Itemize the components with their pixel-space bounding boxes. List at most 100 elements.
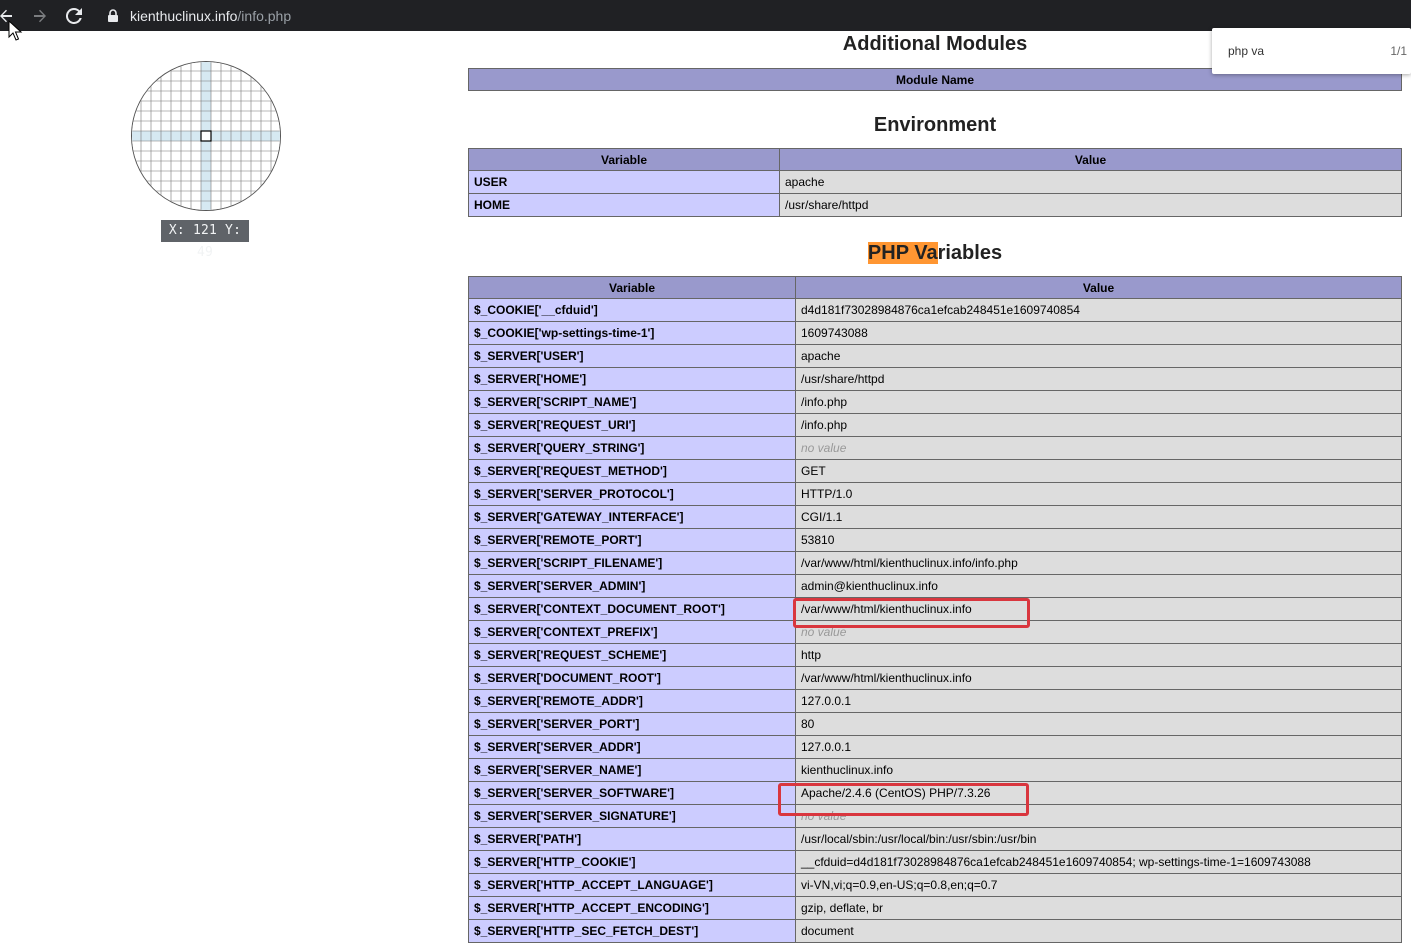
php-var-row: $_SERVER['HTTP_COOKIE'] __cfduid=d4d181f7…	[468, 850, 1402, 874]
browser-toolbar: kienthuclinux.info/info.php	[0, 0, 1411, 31]
php-var-row: $_SERVER['REQUEST_SCHEME'] http	[468, 643, 1402, 667]
php-var-row: $_SERVER['HTTP_ACCEPT_ENCODING'] gzip, de…	[468, 896, 1402, 920]
variable-name: HOME	[468, 193, 780, 217]
variable-name: $_SERVER['CONTEXT_PREFIX']	[468, 620, 796, 644]
variable-name: $_SERVER['SERVER_ADDR']	[468, 735, 796, 759]
arrow-right-icon	[34, 9, 46, 22]
reload-button[interactable]	[60, 2, 88, 30]
variable-name: $_SERVER['SERVER_SIGNATURE']	[468, 804, 796, 828]
variable-name: $_COOKIE['wp-settings-time-1']	[468, 321, 796, 345]
variable-name: $_SERVER['QUERY_STRING']	[468, 436, 796, 460]
variable-value: HTTP/1.0	[795, 482, 1402, 506]
cursor-coordinates: X: 121 Y: 49	[161, 220, 249, 260]
php-var-row: $_SERVER['DOCUMENT_ROOT']/var/www/html/k…	[468, 666, 1402, 690]
php-var-row: $_SERVER['SERVER_NAME'] kienthuclinux.inf…	[468, 758, 1402, 782]
php-var-row: $_SERVER['SERVER_PROTOCOL'] HTTP/1.0	[468, 482, 1402, 506]
variable-name: $_SERVER['REMOTE_PORT']	[468, 528, 796, 552]
find-bar[interactable]: php va 1/1	[1212, 28, 1411, 74]
variable-value: 127.0.0.1	[795, 735, 1402, 759]
php-var-row: $_SERVER['CONTEXT_DOCUMENT_ROOT']/var/ww…	[468, 597, 1402, 621]
variable-name: $_SERVER['CONTEXT_DOCUMENT_ROOT']	[468, 597, 796, 621]
php-variables-table: Variable Value $_COOKIE['__cfduid'] d4d18…	[468, 276, 1402, 943]
variable-name: $_SERVER['SERVER_SOFTWARE']	[468, 781, 796, 805]
php-var-row: $_SERVER['HTTP_SEC_FETCH_DEST'] document	[468, 919, 1402, 943]
php-var-row: $_SERVER['SERVER_ADDR'] 127.0.0.1	[468, 735, 1402, 759]
variable-value: no value	[795, 804, 1402, 828]
php-var-row: $_COOKIE['__cfduid'] d4d181f73028984876ca…	[468, 298, 1402, 322]
variable-name: $_SERVER['SERVER_PROTOCOL']	[468, 482, 796, 506]
variable-value: no value	[795, 436, 1402, 460]
variable-value: 53810	[795, 528, 1402, 552]
php-var-row: $_SERVER['CONTEXT_PREFIX'] no value	[468, 620, 1402, 644]
find-input[interactable]: php va	[1228, 44, 1390, 58]
variable-value: admin@kienthuclinux.info	[795, 574, 1402, 598]
php-var-row: $_SERVER['SCRIPT_NAME']/info.php	[468, 390, 1402, 414]
variable-name: $_SERVER['USER']	[468, 344, 796, 368]
magnifier-grid	[132, 62, 280, 210]
section-title-php-variables: PHP Variables	[468, 233, 1402, 269]
mouse-cursor-icon	[8, 20, 23, 41]
php-var-row: $_SERVER['REQUEST_URI']/info.php	[468, 413, 1402, 437]
variable-value: /info.php	[795, 390, 1402, 414]
php-var-row: $_SERVER['QUERY_STRING'] no value	[468, 436, 1402, 460]
zoom-magnifier	[131, 61, 281, 211]
php-var-row: $_SERVER['REMOTE_PORT'] 53810	[468, 528, 1402, 552]
variable-value: gzip, deflate, br	[795, 896, 1402, 920]
environment-table: Variable Value USER apache HOME/usr/share/…	[468, 148, 1402, 217]
variable-name: $_SERVER['HTTP_COOKIE']	[468, 850, 796, 874]
no-value-text: no value	[801, 625, 847, 639]
variable-name: $_SERVER['SERVER_NAME']	[468, 758, 796, 782]
env-value-header: Value	[779, 148, 1402, 171]
variable-value: GET	[795, 459, 1402, 483]
section-title-rest: riables	[937, 242, 1003, 264]
php-var-row: $_SERVER['SERVER_SOFTWARE'] Apache/2.4.6 …	[468, 781, 1402, 805]
env-row: HOME/usr/share/httpd	[468, 193, 1402, 217]
lock-icon	[108, 8, 118, 22]
url-domain: kienthuclinux.info	[130, 7, 238, 24]
php-var-row: $_SERVER['SERVER_ADMIN'] admin@kienthucli…	[468, 574, 1402, 598]
variable-value: /var/www/html/kienthuclinux.info/info.ph…	[795, 551, 1402, 575]
variable-name: $_SERVER['SCRIPT_NAME']	[468, 390, 796, 414]
variable-name: $_SERVER['HTTP_SEC_FETCH_DEST']	[468, 919, 796, 943]
variable-value: CGI/1.1	[795, 505, 1402, 529]
variable-name: $_SERVER['DOCUMENT_ROOT']	[468, 666, 796, 690]
env-row: USER apache	[468, 170, 1402, 194]
no-value-text: no value	[801, 441, 847, 455]
variable-name: $_SERVER['REQUEST_URI']	[468, 413, 796, 437]
variable-value: no value	[795, 620, 1402, 644]
variable-name: $_COOKIE['__cfduid']	[468, 298, 796, 322]
variable-value: 1609743088	[795, 321, 1402, 345]
vars-value-header: Value	[795, 276, 1402, 299]
variable-name: $_SERVER['SERVER_PORT']	[468, 712, 796, 736]
variable-value: apache	[795, 344, 1402, 368]
variable-value: apache	[779, 170, 1402, 194]
variable-name: $_SERVER['HTTP_ACCEPT_LANGUAGE']	[468, 873, 796, 897]
variable-name: $_SERVER['PATH']	[468, 827, 796, 851]
variable-value: /usr/share/httpd	[779, 193, 1402, 217]
variable-name: $_SERVER['HOME']	[468, 367, 796, 391]
find-match-highlight: PHP Va	[867, 242, 938, 264]
php-var-row: $_SERVER['GATEWAY_INTERFACE'] CGI/1.1	[468, 505, 1402, 529]
php-var-row: $_SERVER['PATH']/usr/local/sbin:/usr/loc…	[468, 827, 1402, 851]
variable-name: $_SERVER['HTTP_ACCEPT_ENCODING']	[468, 896, 796, 920]
variable-value: 80	[795, 712, 1402, 736]
variable-value: vi-VN,vi;q=0.9,en-US;q=0.8,en;q=0.7	[795, 873, 1402, 897]
vars-variable-header: Variable	[468, 276, 796, 299]
variable-value: /info.php	[795, 413, 1402, 437]
forward-button[interactable]	[26, 2, 54, 30]
variable-value: http	[795, 643, 1402, 667]
variable-value: /usr/share/httpd	[795, 367, 1402, 391]
env-variable-header: Variable	[468, 148, 780, 171]
variable-name: $_SERVER['SCRIPT_FILENAME']	[468, 551, 796, 575]
no-value-text: no value	[801, 809, 847, 823]
variable-name: $_SERVER['SERVER_ADMIN']	[468, 574, 796, 598]
variable-value: /usr/local/sbin:/usr/local/bin:/usr/sbin…	[795, 827, 1402, 851]
find-match-count: 1/1	[1390, 44, 1407, 58]
variable-name: USER	[468, 170, 780, 194]
address-bar[interactable]: kienthuclinux.info/info.php	[106, 4, 291, 28]
php-var-row: $_SERVER['REQUEST_METHOD'] GET	[468, 459, 1402, 483]
variable-name: $_SERVER['REMOTE_ADDR']	[468, 689, 796, 713]
php-var-row: $_SERVER['SCRIPT_FILENAME']/var/www/html…	[468, 551, 1402, 575]
reload-icon	[66, 7, 82, 24]
variable-value: 127.0.0.1	[795, 689, 1402, 713]
